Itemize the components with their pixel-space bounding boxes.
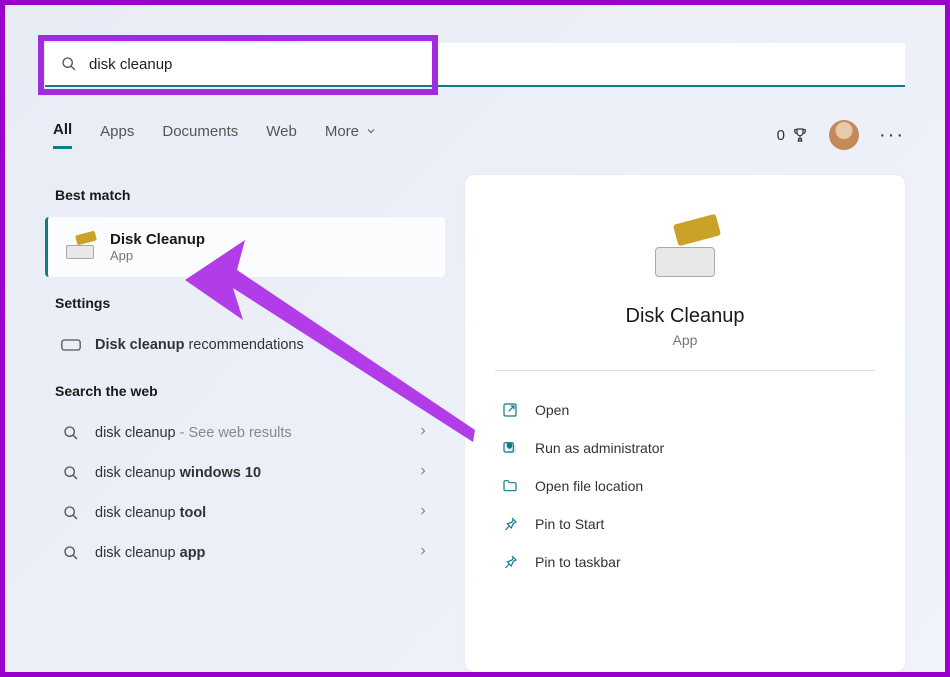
web-result-text: disk cleanup app — [95, 545, 403, 561]
web-result[interactable]: disk cleanup windows 10 — [45, 453, 445, 493]
best-match-result[interactable]: Disk Cleanup App — [45, 217, 445, 277]
chevron-right-icon — [417, 545, 429, 561]
action-label: Pin to taskbar — [535, 554, 621, 570]
search-icon — [45, 56, 77, 72]
shield-icon — [501, 439, 519, 457]
tab-apps[interactable]: Apps — [100, 123, 134, 148]
action-pin-start[interactable]: Pin to Start — [499, 505, 871, 543]
chevron-down-icon — [365, 125, 377, 137]
tab-more[interactable]: More — [325, 123, 377, 148]
settings-result[interactable]: Disk cleanup recommendations — [45, 325, 445, 365]
disk-cleanup-icon — [64, 231, 96, 263]
action-pin-taskbar[interactable]: Pin to taskbar — [499, 543, 871, 581]
action-run-as-admin[interactable]: Run as administrator — [499, 429, 871, 467]
user-avatar[interactable] — [829, 120, 859, 150]
web-result[interactable]: disk cleanup tool — [45, 493, 445, 533]
settings-result-text: Disk cleanup recommendations — [95, 337, 429, 353]
section-header-settings: Settings — [55, 295, 445, 311]
pin-icon — [501, 553, 519, 571]
pin-icon — [501, 515, 519, 533]
tab-web[interactable]: Web — [266, 123, 297, 148]
tab-all[interactable]: All — [53, 121, 72, 149]
rewards-button[interactable]: 0 — [777, 126, 809, 144]
best-match-subtitle: App — [110, 248, 205, 263]
chevron-right-icon — [417, 425, 429, 441]
search-icon — [61, 465, 81, 481]
chevron-right-icon — [417, 465, 429, 481]
best-match-title: Disk Cleanup — [110, 231, 205, 248]
web-result-text: disk cleanup windows 10 — [95, 465, 403, 481]
trophy-icon — [791, 126, 809, 144]
action-open-file-location[interactable]: Open file location — [499, 467, 871, 505]
disk-cleanup-icon-large — [645, 215, 725, 285]
filter-tabs-row: All Apps Documents Web More 0 ··· — [53, 120, 905, 150]
rewards-count: 0 — [777, 127, 785, 144]
search-icon — [61, 425, 81, 441]
preview-subtitle: App — [499, 332, 871, 348]
tab-documents[interactable]: Documents — [162, 123, 238, 148]
section-header-web: Search the web — [55, 383, 445, 399]
action-label: Open — [535, 402, 569, 418]
chevron-right-icon — [417, 505, 429, 521]
web-result-text: disk cleanup - See web results — [95, 425, 403, 441]
folder-icon — [501, 477, 519, 495]
search-icon — [61, 505, 81, 521]
web-result[interactable]: disk cleanup app — [45, 533, 445, 573]
search-bar[interactable] — [45, 43, 905, 87]
tab-more-label: More — [325, 123, 359, 140]
preview-panel: Disk Cleanup App Open Run as administrat… — [465, 175, 905, 672]
action-label: Open file location — [535, 478, 643, 494]
open-icon — [501, 401, 519, 419]
section-header-best-match: Best match — [55, 187, 445, 203]
action-label: Run as administrator — [535, 440, 664, 456]
storage-icon — [61, 339, 81, 351]
search-input[interactable] — [77, 46, 905, 83]
action-label: Pin to Start — [535, 516, 604, 532]
search-icon — [61, 545, 81, 561]
preview-title: Disk Cleanup — [499, 305, 871, 328]
web-result[interactable]: disk cleanup - See web results — [45, 413, 445, 453]
results-column: Best match Disk Cleanup App Settings Dis… — [45, 175, 445, 672]
more-options-button[interactable]: ··· — [879, 124, 905, 147]
action-open[interactable]: Open — [499, 391, 871, 429]
divider — [495, 370, 875, 371]
web-result-text: disk cleanup tool — [95, 505, 403, 521]
